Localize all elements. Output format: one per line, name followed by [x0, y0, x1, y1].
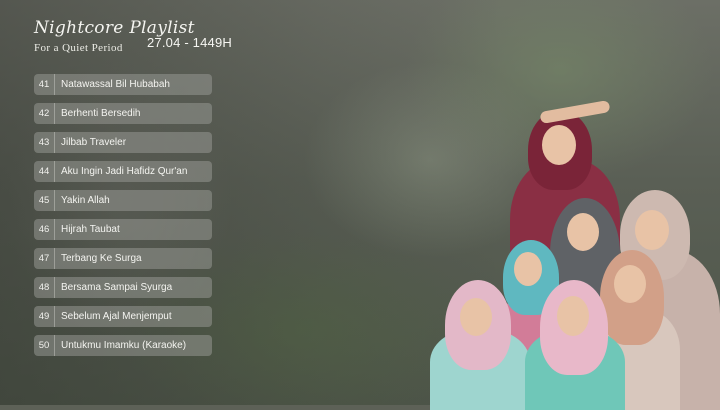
track-title: Berhenti Bersedih [61, 108, 141, 119]
person-figure [430, 280, 530, 410]
track-row[interactable]: 48 Bersama Sampai Syurga [34, 277, 212, 298]
playlist-date: 27.04 - 1449H [147, 35, 232, 50]
track-title: Aku Ingin Jadi Hafidz Qur'an [61, 166, 188, 177]
track-number: 47 [34, 248, 55, 269]
track-title: Sebelum Ajal Menjemput [61, 311, 172, 322]
track-row[interactable]: 50 Untukmu Imamku (Karaoke) [34, 335, 212, 356]
track-title: Untukmu Imamku (Karaoke) [61, 340, 187, 351]
track-number: 45 [34, 190, 55, 211]
track-title: Bersama Sampai Syurga [61, 282, 173, 293]
track-title: Terbang Ke Surga [61, 253, 142, 264]
track-number: 44 [34, 161, 55, 182]
track-row[interactable]: 44 Aku Ingin Jadi Hafidz Qur'an [34, 161, 212, 182]
track-title: Natawassal Bil Hubabah [61, 79, 170, 90]
track-row[interactable]: 45 Yakin Allah [34, 190, 212, 211]
track-number: 50 [34, 335, 55, 356]
person-figure [525, 280, 625, 410]
track-row[interactable]: 47 Terbang Ke Surga [34, 248, 212, 269]
track-list: 41 Natawassal Bil Hubabah 42 Berhenti Bers… [34, 74, 212, 364]
track-number: 46 [34, 219, 55, 240]
group-photo [420, 90, 720, 410]
track-title: Jilbab Traveler [61, 137, 127, 148]
track-number: 43 [34, 132, 55, 153]
track-number: 48 [34, 277, 55, 298]
track-number: 42 [34, 103, 55, 124]
track-row[interactable]: 41 Natawassal Bil Hubabah [34, 74, 212, 95]
track-row[interactable]: 46 Hijrah Taubat [34, 219, 212, 240]
track-row[interactable]: 49 Sebelum Ajal Menjemput [34, 306, 212, 327]
track-row[interactable]: 43 Jilbab Traveler [34, 132, 212, 153]
track-title: Hijrah Taubat [61, 224, 120, 235]
track-row[interactable]: 42 Berhenti Bersedih [34, 103, 212, 124]
track-number: 41 [34, 74, 55, 95]
track-number: 49 [34, 306, 55, 327]
track-title: Yakin Allah [61, 195, 110, 206]
